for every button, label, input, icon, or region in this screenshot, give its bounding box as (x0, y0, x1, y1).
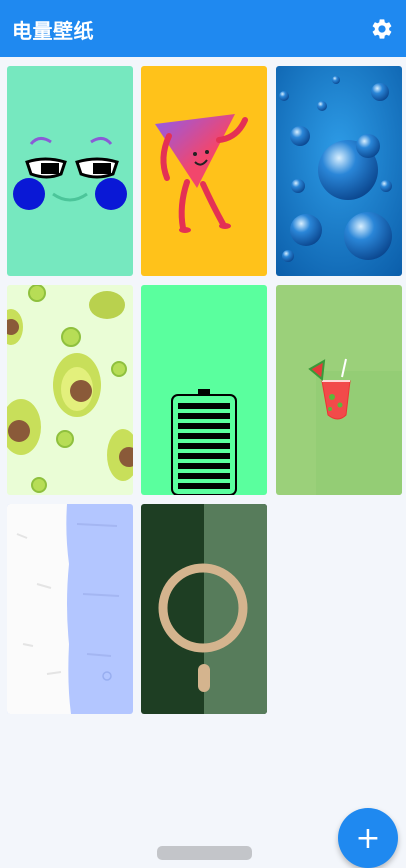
wallpaper-battery-bars[interactable] (141, 285, 267, 495)
wallpaper-cartoon-face[interactable] (7, 66, 133, 276)
wallpaper-water-drops[interactable] (276, 66, 402, 276)
add-button[interactable]: + (338, 808, 398, 868)
wallpaper-avocado-pattern[interactable] (7, 285, 133, 495)
wallpaper-grid (0, 0, 406, 858)
add-icon: + (355, 820, 381, 856)
wallpaper-triangle-character[interactable] (141, 66, 267, 276)
wallpaper-magsafe-ring[interactable] (141, 504, 267, 714)
wallpaper-white-blue-paint[interactable] (7, 504, 133, 714)
wallpaper-watermelon-drink[interactable] (276, 285, 402, 495)
